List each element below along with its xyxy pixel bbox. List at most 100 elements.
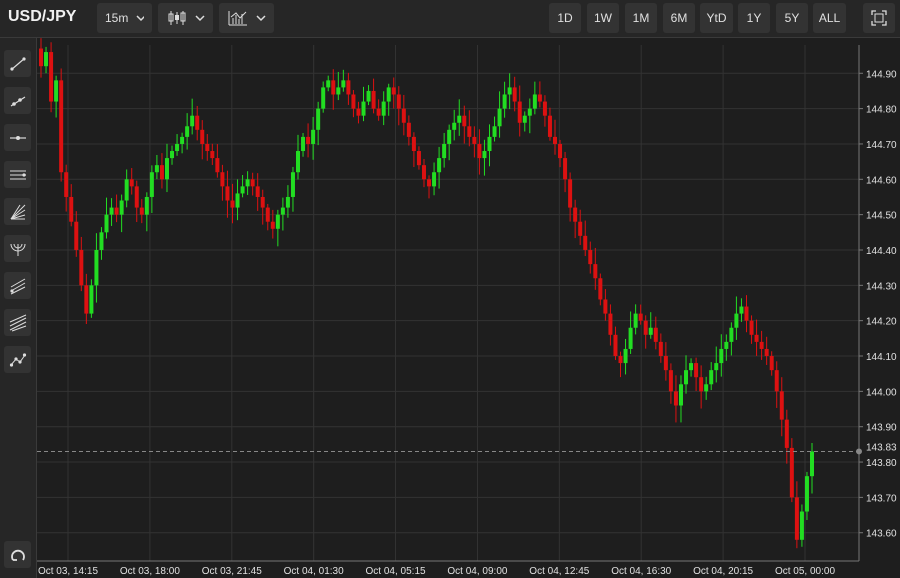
candle-body <box>346 80 351 95</box>
y-tick-label: 144.30 <box>866 281 897 292</box>
price-chart[interactable]: 143.60 143.70 143.80 143.90 144.00 144.10 144.… <box>0 0 900 578</box>
candle-body <box>79 249 84 286</box>
candle-body <box>149 172 154 197</box>
candle-body <box>69 196 74 222</box>
candle-body <box>260 196 265 208</box>
y-tick-label: 144.40 <box>866 246 897 257</box>
y-tick-label: 144.00 <box>866 387 897 398</box>
tool-parallel-channel[interactable] <box>4 161 31 188</box>
range-button-1m[interactable]: 1M <box>625 3 657 33</box>
candle-body <box>653 327 658 342</box>
candle-body <box>104 214 109 233</box>
candle-body <box>492 126 497 137</box>
tool-fibonacci[interactable] <box>4 309 31 336</box>
parallel-channel-icon <box>9 170 26 179</box>
candle-body <box>210 151 215 159</box>
candle-body <box>457 115 462 123</box>
candle-body <box>331 80 336 95</box>
candle-body <box>719 348 724 364</box>
tool-trend-line[interactable] <box>4 50 31 77</box>
range-button-5y[interactable]: 5Y <box>776 3 808 33</box>
candle-body <box>49 52 54 102</box>
y-tick-label: 143.90 <box>866 423 897 434</box>
candle-body <box>764 348 769 357</box>
tool-ray[interactable] <box>4 87 31 114</box>
candle-body <box>175 143 180 152</box>
indicators-icon <box>228 11 247 26</box>
range-button-1y[interactable]: 1Y <box>738 3 770 33</box>
candle-body <box>401 108 406 123</box>
candle-body <box>316 108 321 130</box>
x-tick-label: Oct 04, 20:15 <box>693 566 753 577</box>
candle-body <box>633 313 638 328</box>
candle-body <box>628 327 633 349</box>
chart-grid <box>37 45 859 561</box>
candle-body <box>477 143 482 159</box>
candlestick-series <box>39 38 814 549</box>
candle-body <box>230 200 235 208</box>
candle-body <box>573 207 578 222</box>
pitchfork-icon <box>9 278 25 294</box>
tool-horizontal-line[interactable] <box>4 124 31 151</box>
tool-pitchfork[interactable] <box>4 272 31 299</box>
candle-body <box>185 126 190 137</box>
chart-type-dropdown[interactable] <box>158 3 213 33</box>
candle-body <box>734 313 739 328</box>
y-tick-label: 144.50 <box>866 211 897 222</box>
candle-body <box>507 87 512 95</box>
candle-body <box>532 94 537 109</box>
candle-body <box>170 151 175 159</box>
candle-body <box>134 186 139 208</box>
y-tick-label: 143.60 <box>866 529 897 540</box>
candle-body <box>275 214 280 229</box>
range-button-ytd[interactable]: YtD <box>700 3 733 33</box>
candle-body <box>341 80 346 88</box>
candle-body <box>432 172 437 187</box>
candle-body <box>804 476 809 512</box>
candle-body <box>462 115 467 127</box>
candle-body <box>200 129 205 144</box>
candle-body <box>749 320 754 335</box>
fullscreen-button[interactable] <box>863 3 895 33</box>
candle-body <box>225 186 230 201</box>
candle-body <box>568 179 573 208</box>
range-button-1w[interactable]: 1W <box>587 3 619 33</box>
candle-body <box>452 122 457 130</box>
candle-body <box>502 94 507 109</box>
candle-body <box>563 158 568 180</box>
candle-body <box>598 278 603 300</box>
tool-polyline[interactable] <box>4 346 31 373</box>
candle-body <box>658 341 663 357</box>
candle-body <box>190 115 195 127</box>
candle-body <box>44 52 49 67</box>
candle-body <box>779 391 784 420</box>
horizontal-line-icon <box>9 135 26 140</box>
interval-dropdown[interactable]: 15m <box>97 3 152 33</box>
indicators-dropdown[interactable] <box>219 3 274 33</box>
candle-body <box>673 391 678 406</box>
candle-body <box>180 136 185 144</box>
y-tick-label: 143.80 <box>866 458 897 469</box>
y-tick-label: 144.70 <box>866 140 897 151</box>
candle-body <box>371 90 376 109</box>
tool-fan[interactable] <box>4 198 31 225</box>
candle-body <box>109 207 114 215</box>
drawing-toolbar <box>0 38 37 578</box>
range-button-6m[interactable]: 6M <box>663 3 695 33</box>
candle-body <box>437 158 442 173</box>
magnet-icon <box>10 549 25 561</box>
range-button-all[interactable]: ALL <box>813 3 846 33</box>
tool-magnet[interactable] <box>4 541 31 568</box>
candle-body <box>376 108 381 116</box>
candle-body <box>714 363 719 371</box>
candle-body <box>351 94 356 109</box>
candle-body <box>553 136 557 144</box>
tool-arc[interactable] <box>4 235 31 262</box>
candle-body <box>99 232 104 250</box>
range-button-1d[interactable]: 1D <box>549 3 581 33</box>
fullscreen-icon <box>871 10 887 26</box>
candlestick-icon <box>168 11 185 25</box>
candle-body <box>784 419 789 448</box>
candle-body <box>537 94 542 102</box>
candle-body <box>215 158 220 173</box>
